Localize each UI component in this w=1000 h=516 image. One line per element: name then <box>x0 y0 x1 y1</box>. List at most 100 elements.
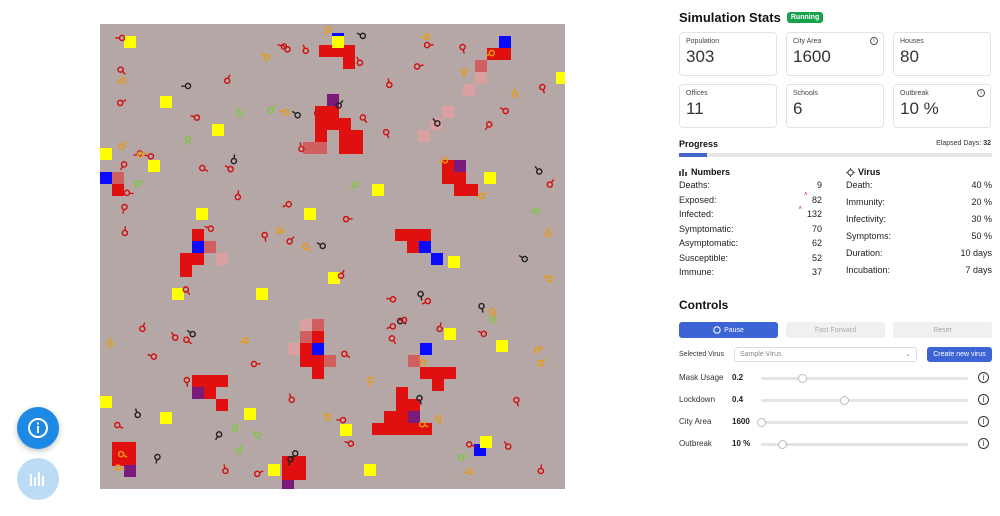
slider-thumb[interactable] <box>798 374 808 383</box>
stats-panel: Simulation Stats Running Population 303 … <box>679 0 993 516</box>
virus-row-label: Symptoms: <box>846 231 892 241</box>
grid-cell <box>384 411 396 423</box>
selected-virus-label: Selected Virus <box>679 351 725 358</box>
info-icon[interactable]: i <box>978 416 989 427</box>
grid-cell <box>204 241 216 253</box>
agent-person-icon: ⚲ <box>412 60 426 72</box>
grid-cell <box>204 375 216 387</box>
agent-person-icon: ⚲ <box>342 437 356 449</box>
slider-thumb[interactable] <box>777 440 787 449</box>
house-cell <box>256 288 268 300</box>
agent-person-icon: ⚲ <box>434 320 446 334</box>
virus-select[interactable]: Sample Virus ⌄ <box>734 347 917 362</box>
grid-cell <box>396 387 408 399</box>
grid-cell <box>300 355 312 367</box>
bar-chart-icon <box>30 472 44 486</box>
info-icon[interactable]: i <box>978 438 989 449</box>
slider-row: Mask Usage 0.2 i <box>679 371 992 385</box>
agent-person-icon: ⚲ <box>111 419 127 433</box>
grid-cell <box>312 331 324 343</box>
numbers-row-label: Symptomatic: <box>679 223 734 234</box>
info-fab-button[interactable] <box>17 407 59 449</box>
info-icon[interactable]: i <box>977 89 985 97</box>
chart-fab-button[interactable] <box>17 458 59 500</box>
grid-cell <box>192 375 204 387</box>
grid-cell <box>454 172 466 184</box>
slider-track[interactable] <box>761 440 968 449</box>
grid-cell <box>204 387 216 399</box>
grid-cell <box>294 468 306 480</box>
grid-cell <box>475 72 487 84</box>
stat-card-outbreak: Outbreak 10 % i <box>893 84 991 128</box>
house-cell <box>444 328 456 340</box>
agent-person-icon: ⚲ <box>229 152 239 166</box>
house-cell <box>332 36 344 48</box>
fast-forward-button[interactable]: Fast Forward <box>786 322 885 338</box>
agent-person-icon: ⚲ <box>496 103 512 117</box>
agent-person-icon: ⚲ <box>456 451 470 463</box>
pause-circle-icon <box>713 326 721 334</box>
agent-person-icon: ⚲ <box>114 95 130 109</box>
agent-person-icon: ⚲ <box>233 188 243 202</box>
numbers-heading: Numbers <box>679 167 730 177</box>
slider-track[interactable] <box>757 418 968 427</box>
slider-track[interactable] <box>761 374 968 383</box>
agent-person-icon: ⚲ <box>233 441 247 457</box>
reset-button[interactable]: Reset <box>893 322 992 338</box>
trend-up-icon: ˄ <box>804 191 808 198</box>
virus-row: Incubation: 7 days <box>846 265 992 275</box>
agent-person-icon: ⚲ <box>543 225 553 239</box>
grid-cell <box>396 411 408 423</box>
grid-cell <box>396 399 408 411</box>
agent-person-icon: ⚲ <box>338 348 354 362</box>
grid-cell <box>192 253 204 265</box>
numbers-row: Deaths: 9 <box>679 180 822 190</box>
virus-row: Death: 40 % <box>846 180 992 190</box>
slider-value: 10 % <box>732 439 751 448</box>
agent-person-icon: ⚲ <box>115 137 131 153</box>
info-icon[interactable]: i <box>870 37 878 45</box>
info-icon[interactable]: i <box>978 394 989 405</box>
slider-row: Outbreak 10 % i <box>679 437 992 451</box>
create-virus-button[interactable]: Create new virus <box>927 347 992 362</box>
grid-cell <box>463 84 475 96</box>
grid-cell <box>407 229 419 241</box>
slider-thumb[interactable] <box>839 396 849 405</box>
virus-row: Symptoms: 50 % <box>846 231 992 241</box>
elapsed-days: Elapsed Days: 32 <box>936 140 991 147</box>
slider-track[interactable] <box>761 396 968 405</box>
house-cell <box>212 124 224 136</box>
grid-cell <box>300 319 312 331</box>
agent-person-icon: ⚲ <box>137 319 149 335</box>
agent-person-icon: ⚲ <box>531 162 545 178</box>
grid-cell <box>499 36 511 48</box>
virus-row-label: Infectivity: <box>846 214 887 224</box>
agent-person-icon: ⚲ <box>474 326 490 340</box>
simulation-grid[interactable]: ⚲ ⚲ ⚲ ⚲ ⚲ ⚲ ⚲ ⚲ ⚲ ⚲ ⚲ ⚲ ⚲ ⚲ ⚲ ⚲ ⚲ ⚲ ⚲ ⚲ ⚲ ⚲ ⚲ ⚲ ⚲ ⚲ ⚲ ⚲ ⚲ ⚲ ⚲ ⚲ ⚲ ⚲ ⚲ ⚲ ⚲ ⚲ ⚲ ⚲… <box>100 24 565 489</box>
pause-button[interactable]: Pause <box>679 322 778 338</box>
grid-cell <box>216 375 228 387</box>
grid-cell <box>432 379 444 391</box>
agent-person-icon: ⚲ <box>113 33 127 43</box>
grid-cell <box>112 172 124 184</box>
grid-cell <box>192 241 204 253</box>
slider-thumb[interactable] <box>757 418 766 427</box>
agent-person-icon: ⚲ <box>219 462 231 476</box>
grid-cell <box>351 142 363 154</box>
agent-person-icon: ⚲ <box>414 393 426 407</box>
agent-person-icon: ⚲ <box>120 224 130 238</box>
grid-cell <box>315 142 327 154</box>
numbers-row: Exposed: 82 ˄ <box>679 191 822 205</box>
agent-person-icon: ⚲ <box>251 466 267 480</box>
grid-cell <box>499 48 511 60</box>
numbers-row-label: Immune: <box>679 267 715 277</box>
info-icon[interactable]: i <box>978 372 989 383</box>
virus-row-value: 20 % <box>971 197 992 207</box>
agent-person-icon: ⚲ <box>537 82 549 96</box>
grid-cell <box>432 367 444 379</box>
info-icon <box>28 418 48 438</box>
virus-row: Infectivity: 30 % <box>846 214 992 224</box>
agent-person-icon: ⚲ <box>481 118 495 134</box>
grid-cell <box>282 480 294 489</box>
agent-person-icon: ⚲ <box>248 427 264 441</box>
